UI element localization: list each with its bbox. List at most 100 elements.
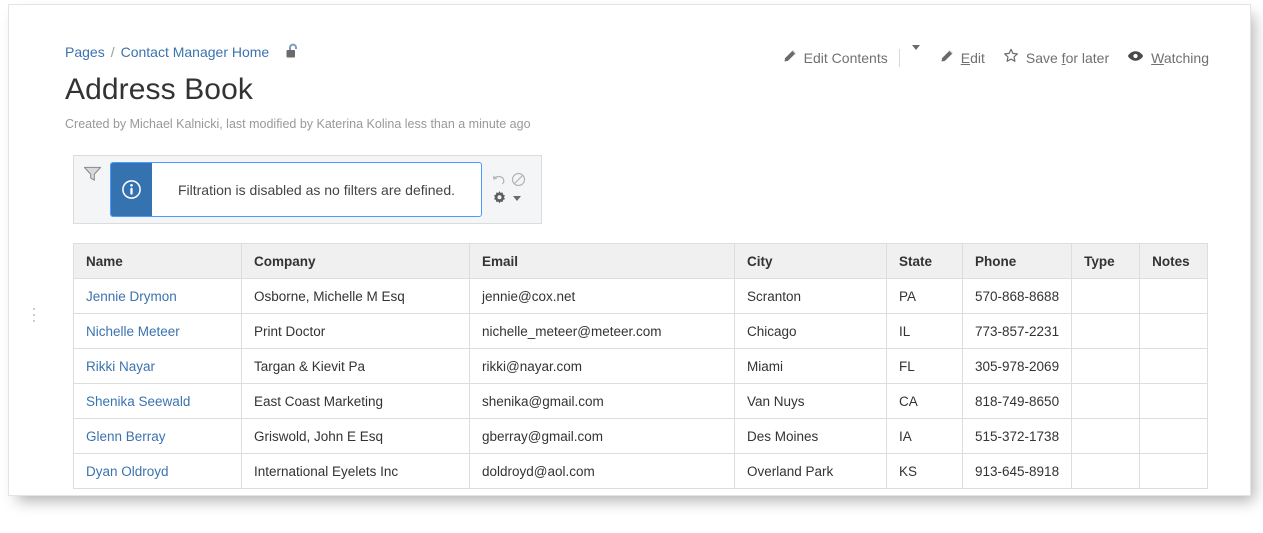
cell-notes — [1139, 313, 1209, 349]
cell-company: Griswold, John E Esq — [241, 418, 470, 454]
contact-name-link[interactable]: Shenika Seewald — [86, 394, 190, 409]
cell-city: Scranton — [734, 278, 887, 314]
contact-name-link[interactable]: Dyan Oldroyd — [86, 464, 169, 479]
table-row: Jennie Drymon Osborne, Michelle M Esq je… — [73, 278, 1209, 314]
table-row: Nichelle Meteer Print Doctor nichelle_me… — [73, 313, 1209, 349]
column-header-company[interactable]: Company — [241, 243, 470, 279]
cell-email: rikki@nayar.com — [469, 348, 735, 384]
cell-email: shenika@gmail.com — [469, 383, 735, 419]
edit-accesskey: E — [960, 49, 971, 66]
info-circle-icon — [111, 163, 152, 216]
gear-icon[interactable] — [491, 190, 508, 207]
pencil-icon — [782, 49, 797, 67]
page-card: Pages / Contact Manager Home Address Boo… — [8, 4, 1251, 496]
watching-button[interactable]: Watching — [1118, 46, 1218, 69]
column-header-city[interactable]: City — [734, 243, 887, 279]
column-header-type[interactable]: Type — [1071, 243, 1141, 279]
cell-type — [1071, 418, 1141, 454]
breadcrumb: Pages / Contact Manager Home — [65, 43, 300, 60]
column-header-phone[interactable]: Phone — [961, 243, 1073, 279]
cell-state: IL — [886, 313, 963, 349]
cell-name: Nichelle Meteer — [73, 313, 242, 349]
cell-type — [1071, 453, 1141, 489]
cell-state: IA — [886, 418, 963, 454]
table-row: Shenika Seewald East Coast Marketing she… — [73, 383, 1209, 419]
cell-type — [1071, 348, 1141, 384]
cell-company: Osborne, Michelle M Esq — [241, 278, 470, 314]
cell-phone: 570-868-8688 — [961, 278, 1073, 314]
cell-city: Van Nuys — [734, 383, 887, 419]
cell-name: Rikki Nayar — [73, 348, 242, 384]
table-header-row: Name Company Email City State Phone Type… — [73, 243, 1209, 279]
table-row: Dyan Oldroyd International Eyelets Inc d… — [73, 453, 1209, 489]
cell-phone: 913-645-8918 — [961, 453, 1073, 489]
breadcrumb-item-pages[interactable]: Pages — [65, 44, 105, 60]
column-header-state[interactable]: State — [886, 243, 963, 279]
filter-message-text: Filtration is disabled as no filters are… — [177, 181, 456, 198]
cell-notes — [1139, 383, 1209, 419]
save-for-later-label: Save for later — [1026, 50, 1109, 66]
chevron-down-icon[interactable] — [513, 196, 521, 201]
cell-notes — [1139, 348, 1209, 384]
contact-name-link[interactable]: Nichelle Meteer — [86, 324, 180, 339]
page-byline: Created by Michael Kalnicki, last modifi… — [65, 117, 531, 131]
cell-phone: 305-978-2069 — [961, 348, 1073, 384]
filter-panel: Filtration is disabled as no filters are… — [73, 155, 542, 224]
cell-email: gberray@gmail.com — [469, 418, 735, 454]
save-for-later-label-post: or later — [1065, 49, 1110, 66]
cell-city: Miami — [734, 348, 887, 384]
edit-contents-label: Edit Contents — [803, 49, 888, 66]
save-for-later-button[interactable]: Save for later — [994, 45, 1118, 70]
unlocked-padlock-icon[interactable] — [285, 43, 300, 60]
watching-label: Watching — [1151, 50, 1209, 66]
column-header-email[interactable]: Email — [469, 243, 735, 279]
table-body: Jennie Drymon Osborne, Michelle M Esq je… — [73, 278, 1209, 489]
cell-state: KS — [886, 453, 963, 489]
cell-name: Glenn Berray — [73, 418, 242, 454]
undo-arrow-icon[interactable] — [491, 172, 506, 187]
cell-name: Dyan Oldroyd — [73, 453, 242, 489]
cell-notes — [1139, 418, 1209, 454]
column-header-notes[interactable]: Notes — [1139, 243, 1209, 279]
table-row: Rikki Nayar Targan & Kievit Pa rikki@nay… — [73, 348, 1209, 384]
edit-button[interactable]: Edit — [930, 46, 994, 70]
cell-email: jennie@cox.net — [469, 278, 735, 314]
cell-city: Des Moines — [734, 418, 887, 454]
row-drag-handle[interactable] — [33, 308, 35, 322]
funnel-icon — [74, 156, 110, 183]
no-entry-icon[interactable] — [511, 172, 526, 187]
star-icon — [1003, 48, 1019, 67]
edit-label-rest: dit — [970, 49, 985, 66]
cell-type — [1071, 383, 1141, 419]
cell-email: doldroyd@aol.com — [469, 453, 735, 489]
edit-contents-button[interactable]: Edit Contents — [773, 46, 897, 70]
cell-name: Shenika Seewald — [73, 383, 242, 419]
cell-city: Chicago — [734, 313, 887, 349]
cell-name: Jennie Drymon — [73, 278, 242, 314]
cell-phone: 773-857-2231 — [961, 313, 1073, 349]
filter-message-box: Filtration is disabled as no filters are… — [110, 162, 482, 217]
contact-name-link[interactable]: Jennie Drymon — [86, 289, 177, 304]
drag-dot — [33, 320, 35, 322]
column-header-name[interactable]: Name — [73, 243, 242, 279]
cell-type — [1071, 278, 1141, 314]
pencil-icon — [939, 49, 954, 67]
chevron-down-icon — [911, 44, 920, 66]
cell-state: FL — [886, 348, 963, 384]
breadcrumb-separator: / — [110, 43, 115, 60]
cell-email: nichelle_meteer@meteer.com — [469, 313, 735, 349]
cell-notes — [1139, 453, 1209, 489]
save-for-later-label-pre: Save — [1025, 49, 1062, 66]
cell-state: PA — [886, 278, 963, 314]
contact-name-link[interactable]: Rikki Nayar — [86, 359, 155, 374]
table-header: Name Company Email City State Phone Type… — [73, 243, 1209, 279]
drag-dot — [33, 314, 35, 316]
edit-contents-dropdown-button[interactable] — [902, 44, 930, 69]
eye-icon — [1127, 49, 1144, 66]
cell-phone: 515-372-1738 — [961, 418, 1073, 454]
cell-notes — [1139, 278, 1209, 314]
contact-name-link[interactable]: Glenn Berray — [86, 429, 166, 444]
cell-city: Overland Park — [734, 453, 887, 489]
breadcrumb-item-contact-manager-home[interactable]: Contact Manager Home — [121, 44, 270, 60]
filter-actions-top-row — [491, 172, 526, 187]
